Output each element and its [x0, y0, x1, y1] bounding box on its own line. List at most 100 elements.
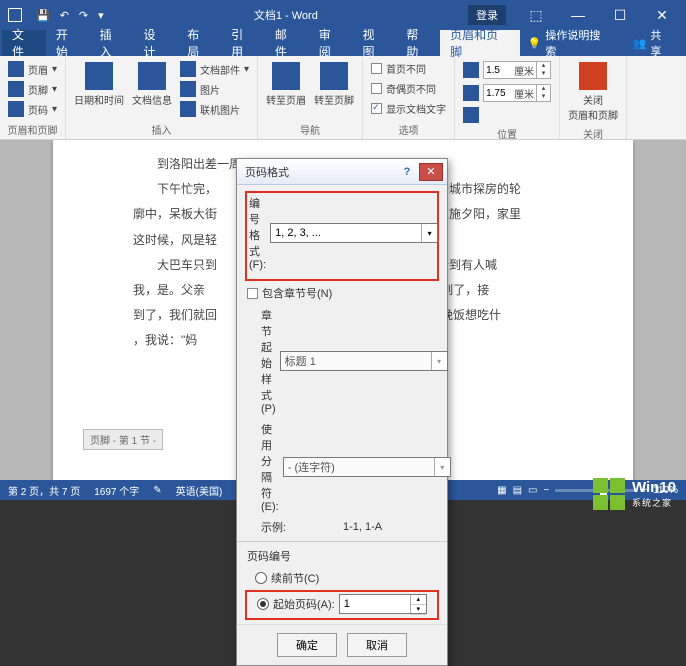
header-icon: [8, 61, 24, 77]
ribbon-options-icon[interactable]: ⬚: [516, 1, 556, 29]
document-title: 文档1 - Word: [104, 7, 468, 23]
start-at-input[interactable]: [340, 595, 410, 613]
number-format-label: 编号格式(F):: [249, 195, 266, 271]
undo-icon[interactable]: ↶: [60, 9, 69, 22]
continue-radio[interactable]: [255, 572, 267, 584]
quick-parts-button[interactable]: 文档部件 ▾: [178, 60, 251, 78]
word-count[interactable]: 1697 个字: [94, 483, 139, 498]
header-dist-input[interactable]: [484, 65, 512, 76]
tab-view[interactable]: 视图: [353, 30, 397, 56]
header-distance[interactable]: 厘米▴▾: [461, 60, 553, 80]
spin-up-icon[interactable]: ▴: [537, 62, 550, 70]
tab-mail[interactable]: 邮件: [265, 30, 309, 56]
watermark-brand: Win10: [632, 479, 676, 496]
spin-down-icon[interactable]: ▾: [537, 70, 550, 78]
help-icon[interactable]: ?: [395, 163, 419, 181]
view-web-icon[interactable]: ▭: [528, 485, 537, 496]
chevron-down-icon: ▾: [434, 458, 450, 476]
pictures-icon: [180, 81, 196, 97]
dialog-close-icon[interactable]: ✕: [419, 163, 443, 181]
watermark-logo-icon: [592, 477, 626, 511]
date-time-icon: [85, 62, 113, 90]
page-indicator[interactable]: 第 2 页，共 7 页: [8, 483, 80, 498]
number-format-input[interactable]: [271, 224, 421, 242]
group-nav: 导航: [264, 120, 356, 137]
checkbox-icon: [371, 63, 382, 74]
view-read-icon[interactable]: ▦: [497, 485, 506, 496]
tab-help[interactable]: 帮助: [396, 30, 440, 56]
tab-file[interactable]: 文件: [2, 30, 46, 56]
insert-align-tab[interactable]: [461, 106, 481, 124]
goto-footer-button[interactable]: 转至页脚: [312, 60, 356, 109]
footer-button[interactable]: 页脚 ▾: [6, 80, 59, 98]
tab-insert[interactable]: 插入: [90, 30, 134, 56]
chevron-down-icon[interactable]: ▾: [421, 224, 437, 242]
minimize-icon[interactable]: —: [558, 1, 598, 29]
pictures-button[interactable]: 图片: [178, 80, 251, 98]
view-print-icon[interactable]: ▤: [513, 485, 522, 496]
maximize-icon[interactable]: ☐: [600, 1, 640, 29]
redo-icon[interactable]: ↷: [79, 9, 88, 22]
number-format-combo[interactable]: ▾: [270, 223, 438, 243]
page-number-format-dialog: 页码格式 ? ✕ 编号格式(F): ▾ 包含章节号(N) 章节起始样式(P) ▾…: [236, 158, 448, 666]
tab-review[interactable]: 审阅: [309, 30, 353, 56]
watermark-sub: 系统之家: [632, 496, 676, 509]
date-time-label: 日期和时间: [74, 92, 124, 107]
doc-info-button[interactable]: 文档信息: [130, 60, 174, 109]
close-hf-button[interactable]: 关闭 页眉和页脚: [566, 60, 620, 124]
goto-header-button[interactable]: 转至页眉: [264, 60, 308, 109]
group-insert: 插入: [72, 120, 251, 137]
close-hf-icon: [579, 62, 607, 90]
login-button[interactable]: 登录: [468, 5, 506, 25]
example-value: 1-1, 1-A: [343, 521, 382, 533]
ok-button[interactable]: 确定: [277, 633, 337, 657]
close-icon[interactable]: ✕: [642, 1, 682, 29]
proofing-icon[interactable]: ✎: [153, 485, 161, 496]
continue-label: 续前节(C): [271, 570, 319, 586]
start-at-spinner[interactable]: ▴▾: [339, 594, 427, 614]
header-label: 页眉: [28, 62, 48, 77]
show-doc-text-label: 显示文档文字: [386, 101, 446, 116]
separator-combo: ▾: [283, 457, 451, 477]
tab-references[interactable]: 引用: [221, 30, 265, 56]
diff-odd-even-checkbox[interactable]: 奇偶页不同: [369, 80, 438, 97]
tab-home[interactable]: 开始: [46, 30, 90, 56]
spin-up-icon[interactable]: ▴: [411, 595, 426, 605]
start-at-radio[interactable]: [257, 598, 269, 610]
online-pictures-button[interactable]: 联机图片: [178, 100, 251, 118]
language[interactable]: 英语(美国): [176, 483, 223, 498]
spin-up-icon[interactable]: ▴: [537, 85, 550, 93]
tab-header-footer[interactable]: 页眉和页脚: [440, 30, 520, 56]
unit-label: 厘米: [512, 63, 536, 78]
tab-layout[interactable]: 布局: [177, 30, 221, 56]
separator-value: [284, 458, 434, 476]
align-tab-icon: [463, 107, 479, 123]
footer-distance[interactable]: 厘米▴▾: [461, 83, 553, 103]
date-time-button[interactable]: 日期和时间: [72, 60, 126, 109]
zoom-out-icon[interactable]: −: [543, 485, 549, 496]
body-text: 大巴车只到: [133, 253, 217, 278]
diff-first-checkbox[interactable]: 首页不同: [369, 60, 428, 77]
tab-design[interactable]: 设计: [133, 30, 177, 56]
page-number-button[interactable]: 页码 ▾: [6, 100, 59, 118]
body-text: 我，是。父亲: [133, 278, 205, 303]
goto-footer-label: 转至页脚: [314, 92, 354, 107]
spin-down-icon[interactable]: ▾: [537, 93, 550, 101]
group-header-footer: 页眉和页脚: [6, 120, 59, 137]
footer-dist-input[interactable]: [484, 88, 512, 99]
highlight-number-format: 编号格式(F): ▾: [245, 191, 439, 281]
online-pictures-icon: [180, 101, 196, 117]
tell-me[interactable]: 💡操作说明搜索: [520, 30, 619, 56]
watermark: Win10系统之家: [592, 477, 676, 511]
share-button[interactable]: 👥共享: [619, 30, 686, 56]
save-icon[interactable]: 💾: [36, 9, 50, 22]
example-label: 示例:: [247, 519, 339, 535]
header-button[interactable]: 页眉 ▾: [6, 60, 59, 78]
cancel-button[interactable]: 取消: [347, 633, 407, 657]
show-doc-text-checkbox[interactable]: 显示文档文字: [369, 100, 448, 117]
close-hf-label: 关闭 页眉和页脚: [568, 92, 618, 122]
chapter-starts-combo: ▾: [280, 351, 448, 371]
include-chapter-checkbox[interactable]: [247, 288, 258, 299]
spin-down-icon[interactable]: ▾: [411, 605, 426, 615]
dialog-titlebar[interactable]: 页码格式 ? ✕: [237, 159, 447, 185]
